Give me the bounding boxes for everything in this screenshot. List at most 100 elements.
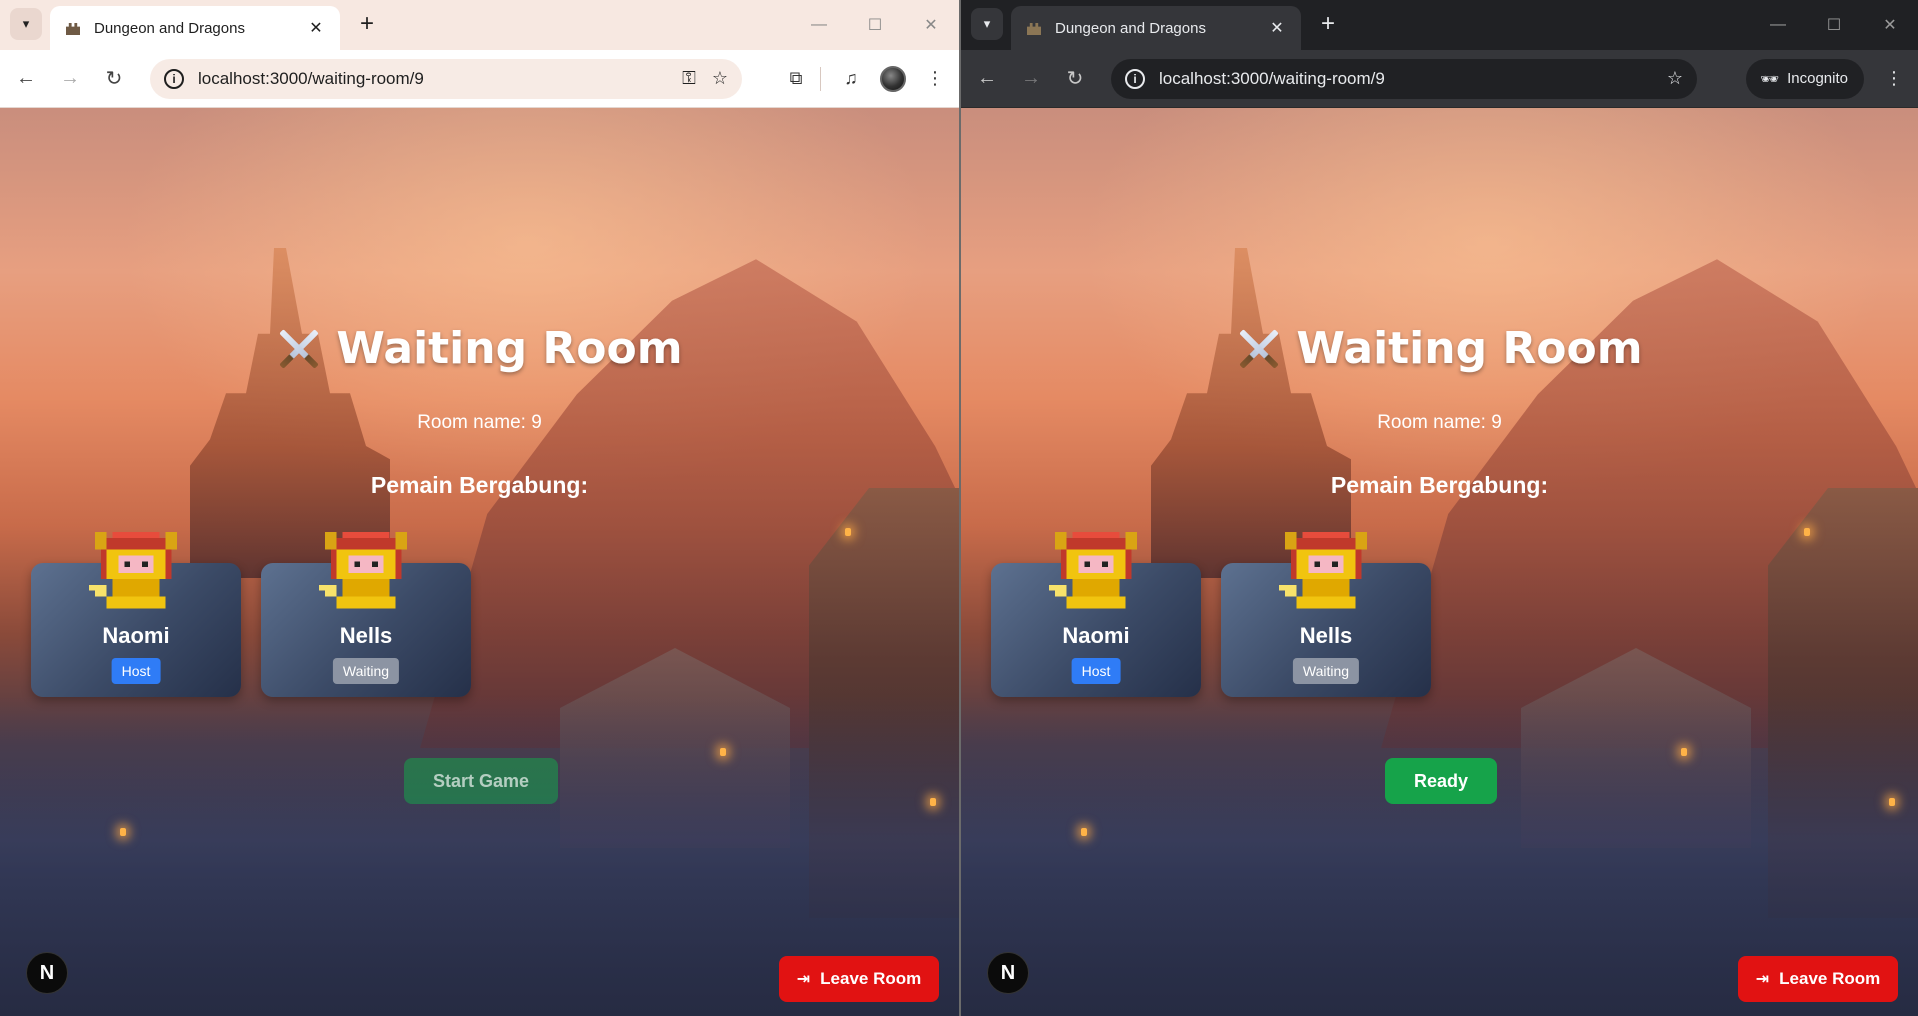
player-name: Nells (1299, 623, 1353, 648)
player-card: Naomi Host (991, 531, 1201, 697)
crossed-swords-icon (276, 326, 322, 372)
address-url: localhost:3000/waiting-room/9 (198, 68, 424, 88)
leave-room-label: Leave Room (820, 969, 922, 988)
address-bar[interactable]: i localhost:3000/waiting-room/9 ☆ (1111, 58, 1697, 99)
start-game-button[interactable]: Start Game (404, 758, 558, 804)
window-controls: — ☐ ✕ (791, 0, 959, 50)
address-bar[interactable]: i localhost:3000/waiting-room/9 ⚿ ☆ (150, 58, 742, 99)
tab-search-button[interactable]: ▾ (971, 8, 1003, 40)
status-badge: Waiting (332, 658, 400, 684)
new-tab-button[interactable]: + (354, 12, 380, 38)
page-title: Waiting Room (336, 323, 683, 374)
lamp-light (120, 828, 126, 836)
menu-kebab-icon[interactable]: ⋮ (1876, 61, 1912, 97)
key-icon[interactable]: ⚿ (682, 68, 696, 89)
player-card: Nells Waiting (261, 531, 471, 697)
minimize-button[interactable]: — (1750, 0, 1806, 50)
incognito-indicator[interactable]: 🕶 Incognito (1746, 58, 1864, 99)
reload-button[interactable]: ↻ (1057, 61, 1093, 97)
title-row: Waiting Room (0, 323, 959, 374)
page-title: Waiting Room (1296, 323, 1643, 374)
bookmark-star-icon[interactable]: ☆ (1667, 68, 1683, 89)
reload-button[interactable]: ↻ (96, 61, 132, 97)
pixel-knight-icon (319, 531, 408, 609)
lamp-light (1081, 828, 1087, 836)
castle-favicon-icon (1025, 19, 1043, 37)
lamp-light (720, 748, 726, 756)
browser-toolbar: ← → ↻ i localhost:3000/waiting-room/9 ⚿ … (0, 50, 959, 108)
crossed-swords-icon (1236, 326, 1282, 372)
maximize-button[interactable]: ☐ (847, 0, 903, 50)
host-badge: Host (1071, 658, 1121, 684)
lamp-light (1681, 748, 1687, 756)
title-row: Waiting Room (961, 323, 1918, 374)
toolbar-divider (820, 66, 821, 91)
player-card: Nells Waiting (1221, 531, 1431, 697)
chevron-down-icon: ▾ (983, 16, 991, 31)
incognito-label: Incognito (1787, 70, 1848, 87)
site-info-icon[interactable]: i (1125, 68, 1145, 89)
player-name: Naomi (102, 623, 170, 648)
site-info-icon[interactable]: i (164, 68, 184, 89)
extensions-icon[interactable]: ⧉ (778, 61, 814, 97)
player-card: Naomi Host (31, 531, 241, 697)
close-window-button[interactable]: ✕ (1862, 0, 1918, 50)
lamp-light (1804, 528, 1810, 536)
incognito-icon: 🕶 (1760, 70, 1780, 88)
leave-room-label: Leave Room (1779, 969, 1881, 988)
minimize-button[interactable]: — (791, 0, 847, 50)
window-controls: — ☐ ✕ (1750, 0, 1918, 50)
nextjs-dev-badge[interactable]: N (26, 952, 68, 994)
tab-title: Dungeon and Dragons (1055, 19, 1206, 37)
logout-icon: ⇥ (796, 971, 811, 988)
waiting-room-page: Waiting Room Room name: 9 Pemain Bergabu… (961, 108, 1918, 1016)
tab-search-button[interactable]: ▾ (10, 8, 42, 40)
leave-room-button[interactable]: ⇥ Leave Room (779, 956, 939, 1002)
tab-bar: ▾ Dungeon and Dragons ✕ + — ☐ ✕ (961, 0, 1918, 50)
status-badge: Waiting (1292, 658, 1360, 684)
pixel-knight-icon (1049, 531, 1138, 609)
pixel-knight-icon (89, 531, 178, 609)
forward-button[interactable]: → (52, 61, 88, 97)
maximize-button[interactable]: ☐ (1806, 0, 1862, 50)
waiting-room-page: Waiting Room Room name: 9 Pemain Bergabu… (0, 108, 959, 1016)
close-icon[interactable]: ✕ (306, 18, 326, 38)
players-heading: Pemain Bergabung: (370, 472, 589, 498)
reload-icon: ↻ (1066, 68, 1084, 90)
bookmark-star-icon[interactable]: ☆ (712, 68, 728, 89)
back-button[interactable]: ← (969, 61, 1005, 97)
profile-avatar[interactable] (875, 61, 911, 97)
castle-favicon-icon (64, 19, 82, 37)
host-badge: Host (111, 658, 161, 684)
arrow-right-icon: → (60, 67, 80, 89)
tab-title: Dungeon and Dragons (94, 19, 245, 37)
room-name: Room name: 9 (1377, 412, 1502, 433)
toolbar-right: 🕶 Incognito ⋮ (1746, 50, 1912, 108)
close-window-button[interactable]: ✕ (903, 0, 959, 50)
browser-toolbar: ← → ↻ i localhost:3000/waiting-room/9 ☆ … (961, 50, 1918, 108)
room-name: Room name: 9 (417, 412, 542, 433)
menu-kebab-icon[interactable]: ⋮ (917, 61, 953, 97)
nextjs-dev-badge[interactable]: N (987, 952, 1029, 994)
toolbar-right: ⧉ ♫ ⋮ (772, 50, 953, 108)
back-button[interactable]: ← (8, 61, 44, 97)
forward-button[interactable]: → (1013, 61, 1049, 97)
leave-room-button[interactable]: ⇥ Leave Room (1738, 956, 1898, 1002)
tab-active[interactable]: Dungeon and Dragons ✕ (1011, 6, 1301, 50)
arrow-left-icon: ← (977, 67, 997, 89)
address-url: localhost:3000/waiting-room/9 (1159, 68, 1385, 88)
player-name: Naomi (1062, 623, 1130, 648)
chevron-down-icon: ▾ (22, 16, 30, 31)
reload-icon: ↻ (105, 68, 123, 90)
tab-active[interactable]: Dungeon and Dragons ✕ (50, 6, 340, 50)
close-icon[interactable]: ✕ (1267, 18, 1287, 38)
avatar (880, 65, 906, 92)
tab-bar: ▾ Dungeon and Dragons ✕ + — ☐ ✕ (0, 0, 959, 50)
new-tab-button[interactable]: + (1315, 12, 1341, 38)
lamp-light (930, 798, 936, 806)
media-controls-icon[interactable]: ♫ (833, 61, 869, 97)
players-heading: Pemain Bergabung: (1330, 472, 1549, 498)
ready-button[interactable]: Ready (1385, 758, 1497, 804)
arrow-right-icon: → (1021, 67, 1041, 89)
player-name: Nells (339, 623, 393, 648)
